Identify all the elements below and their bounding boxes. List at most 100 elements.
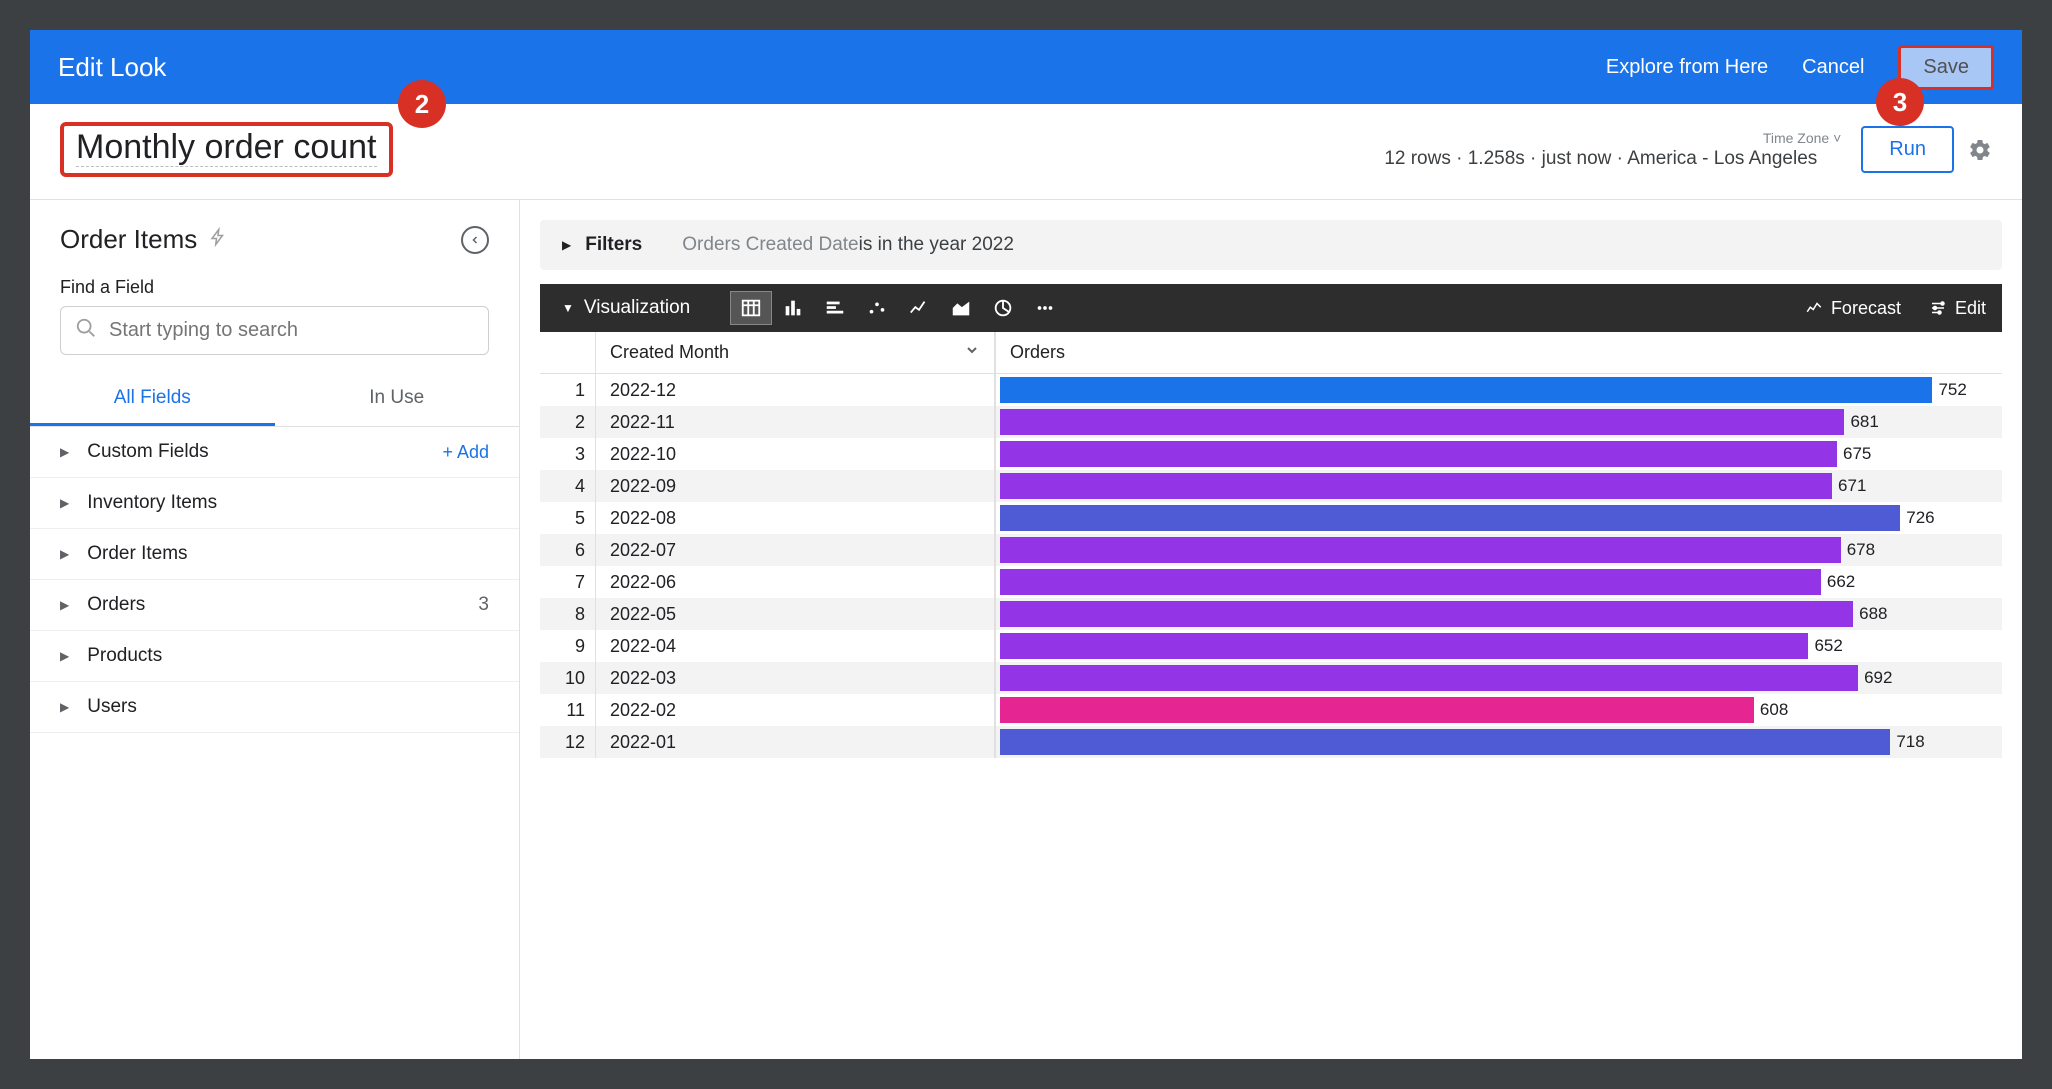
- table-row[interactable]: 62022-07 678: [540, 534, 2002, 566]
- table-header: Created Month Orders: [540, 332, 2002, 374]
- field-group-label: Order Items: [87, 543, 187, 565]
- orders-bar: [1000, 441, 1837, 467]
- cell-created-month: 2022-12: [596, 374, 996, 406]
- tab-all-fields[interactable]: All Fields: [30, 373, 275, 426]
- table-row[interactable]: 72022-06662: [540, 566, 2002, 598]
- cell-orders: 688: [996, 598, 2002, 630]
- cell-orders: 718: [996, 726, 2002, 758]
- row-number: 6: [540, 534, 596, 566]
- viz-edit-button[interactable]: Edit: [1929, 298, 1986, 319]
- orders-value: 718: [1896, 732, 1924, 752]
- main-area: ▶ Filters Orders Created Date is in the …: [520, 200, 2022, 1059]
- field-group-products[interactable]: ▶ Products: [30, 631, 519, 682]
- timezone-label[interactable]: Time Zone ˅: [1384, 130, 1841, 146]
- table-row[interactable]: 92022-04652: [540, 630, 2002, 662]
- cell-created-month: 2022-05: [596, 598, 996, 630]
- viz-bar-icon[interactable]: [814, 291, 856, 325]
- table-row[interactable]: 42022-09671: [540, 470, 2002, 502]
- table-row[interactable]: 32022-10675: [540, 438, 2002, 470]
- caret-right-icon: ▶: [60, 445, 69, 459]
- look-header: Monthly order count 2 Time Zone ˅ 12 row…: [30, 104, 2022, 200]
- filter-field-name: Orders Created Date: [682, 234, 858, 256]
- field-group-label: Orders: [87, 594, 145, 616]
- field-group-label: Custom Fields: [87, 441, 208, 463]
- collapse-sidebar-button[interactable]: [461, 226, 489, 254]
- field-group-users[interactable]: ▶ Users: [30, 682, 519, 733]
- cell-created-month: 2022-08: [596, 502, 996, 534]
- column-header-orders[interactable]: Orders: [996, 332, 2002, 373]
- table-row[interactable]: 12022-12752: [540, 374, 2002, 406]
- cell-created-month: 2022-02: [596, 694, 996, 726]
- field-group-orders[interactable]: ▶ Orders 3: [30, 580, 519, 631]
- orders-bar: [1000, 601, 1853, 627]
- caret-down-icon[interactable]: ▼: [562, 301, 574, 315]
- run-button[interactable]: Run: [1861, 126, 1954, 173]
- caret-right-icon: ▶: [562, 238, 571, 252]
- viz-pie-icon[interactable]: [982, 291, 1024, 325]
- row-number: 11: [540, 694, 596, 726]
- orders-bar: [1000, 665, 1858, 691]
- field-group-inventory-items[interactable]: ▶ Inventory Items: [30, 478, 519, 529]
- row-number: 9: [540, 630, 596, 662]
- cell-created-month: 2022-11: [596, 406, 996, 438]
- cancel-link[interactable]: Cancel: [1802, 56, 1864, 79]
- visualization-label: Visualization: [584, 297, 690, 319]
- filter-condition: is in the year 2022: [859, 234, 1014, 256]
- viz-column-icon[interactable]: [772, 291, 814, 325]
- cell-orders: 652: [996, 630, 2002, 662]
- explore-from-here-link[interactable]: Explore from Here: [1606, 56, 1768, 79]
- forecast-button[interactable]: Forecast: [1805, 298, 1901, 319]
- table-row[interactable]: 52022-08726: [540, 502, 2002, 534]
- cell-created-month: 2022-03: [596, 662, 996, 694]
- field-group-custom-fields[interactable]: ▶ Custom Fields + Add: [30, 427, 519, 478]
- row-number: 3: [540, 438, 596, 470]
- table-row[interactable]: 22022-11681: [540, 406, 2002, 438]
- field-group-count: 3: [478, 594, 489, 616]
- row-number: 8: [540, 598, 596, 630]
- tab-in-use[interactable]: In Use: [275, 373, 520, 426]
- orders-value: 688: [1859, 604, 1887, 624]
- filters-label: Filters: [585, 234, 642, 256]
- search-input-wrap[interactable]: [60, 306, 489, 355]
- gear-icon[interactable]: [1968, 138, 1992, 162]
- field-group-order-items[interactable]: ▶ Order Items: [30, 529, 519, 580]
- query-status-text: 12 rows · 1.258s · just now · America - …: [1384, 148, 1817, 169]
- cell-orders: 675: [996, 438, 2002, 470]
- look-title-highlight: Monthly order count: [60, 122, 393, 177]
- filters-bar[interactable]: ▶ Filters Orders Created Date is in the …: [540, 220, 2002, 270]
- title-bar: Edit Look Explore from Here Cancel Save …: [30, 30, 2022, 104]
- table-row[interactable]: 122022-01 718: [540, 726, 2002, 758]
- chevron-down-icon: [964, 342, 980, 363]
- field-group-label: Products: [87, 645, 162, 667]
- cell-created-month: 2022-07: [596, 534, 996, 566]
- row-number: 10: [540, 662, 596, 694]
- orders-value: 681: [1850, 412, 1878, 432]
- viz-more-icon[interactable]: [1024, 291, 1066, 325]
- add-custom-field-link[interactable]: + Add: [442, 442, 489, 463]
- table-row[interactable]: 102022-03692: [540, 662, 2002, 694]
- row-number: 12: [540, 726, 596, 758]
- cell-created-month: 2022-01: [596, 726, 996, 758]
- viz-area-icon[interactable]: [940, 291, 982, 325]
- column-header-created-month[interactable]: Created Month: [596, 332, 996, 373]
- cell-created-month: 2022-04: [596, 630, 996, 662]
- viz-table-icon[interactable]: [730, 291, 772, 325]
- look-title[interactable]: Monthly order count: [76, 128, 377, 167]
- bolt-icon[interactable]: [209, 226, 227, 254]
- caret-right-icon: ▶: [60, 547, 69, 561]
- visualization-bar: ▼ Visualization Forecast: [540, 284, 2002, 332]
- table-row[interactable]: 112022-02608: [540, 694, 2002, 726]
- orders-bar: [1000, 473, 1832, 499]
- orders-value: 671: [1838, 476, 1866, 496]
- field-tabs: All Fields In Use: [30, 373, 519, 427]
- search-input[interactable]: [109, 319, 474, 342]
- viz-scatter-icon[interactable]: [856, 291, 898, 325]
- orders-value: 678: [1847, 540, 1875, 560]
- table-row[interactable]: 82022-05 688: [540, 598, 2002, 630]
- viz-line-icon[interactable]: [898, 291, 940, 325]
- cell-orders: 608: [996, 694, 2002, 726]
- field-group-label: Users: [87, 696, 137, 718]
- row-number: 7: [540, 566, 596, 598]
- body: Order Items Find a Field All Fields In U…: [30, 200, 2022, 1059]
- explore-heading: Order Items: [30, 220, 519, 265]
